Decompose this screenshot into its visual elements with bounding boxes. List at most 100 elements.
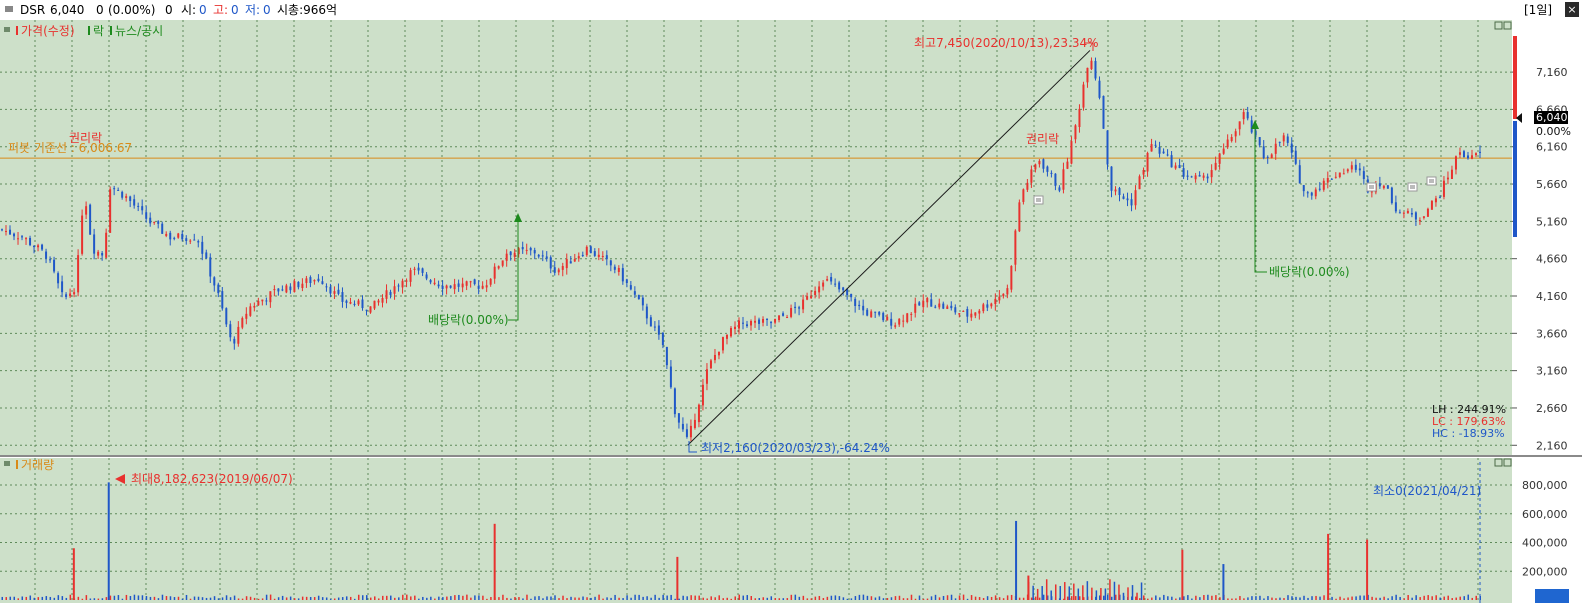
high-value: 0: [231, 3, 239, 17]
news-marker-icon[interactable]: [1033, 195, 1044, 205]
candle-body: [533, 250, 536, 254]
legend-price[interactable]: 가격(수정): [21, 24, 75, 38]
candle-body: [669, 366, 672, 388]
volume-bar: [1127, 587, 1129, 600]
volume-bar: [317, 595, 320, 600]
news-marker-icon[interactable]: [1407, 182, 1418, 192]
volume-bar: [1371, 596, 1373, 600]
candle-body: [449, 285, 452, 288]
volume-bar: [1315, 595, 1317, 600]
candle-body: [185, 238, 188, 241]
candle-body: [1322, 180, 1325, 190]
volume-bar: [1010, 594, 1013, 600]
volume-bar: [1054, 584, 1057, 600]
volume-bar: [213, 596, 216, 600]
volume-bar: [1355, 596, 1357, 600]
candle-body: [1246, 112, 1249, 119]
candle-body: [1386, 185, 1389, 189]
candle-body: [758, 319, 761, 324]
candle-body: [1118, 188, 1121, 196]
volume-bar: [1050, 590, 1052, 600]
volume-bar: [1038, 597, 1041, 600]
candle-body: [1022, 189, 1025, 202]
candle-body: [1210, 170, 1213, 178]
volume-bar: [185, 594, 188, 600]
volume-bar: [1363, 595, 1365, 600]
candle-body: [810, 296, 813, 299]
candle-body: [197, 241, 200, 243]
volume-bar: [374, 596, 376, 600]
candle-body: [77, 255, 80, 293]
volume-bar: [838, 596, 841, 600]
legend-menu-icon[interactable]: [4, 27, 10, 32]
volume-bar: [422, 596, 424, 600]
stat-hc: HC : -18.93%: [1432, 427, 1505, 440]
volume-spike-bar: [1366, 539, 1369, 600]
volume-bar: [1347, 597, 1349, 600]
candle-body: [469, 281, 472, 283]
price-tick-label: 5,660: [1536, 178, 1568, 191]
price-tick-label: 3,660: [1536, 327, 1568, 340]
volume-bar: [1467, 594, 1469, 600]
candle-body: [1034, 164, 1037, 170]
volume-bar: [666, 595, 668, 600]
candle-body: [649, 317, 652, 327]
candle-body: [713, 354, 716, 361]
volume-bar: [450, 596, 452, 600]
volume-bar: [241, 598, 244, 600]
candle-body: [737, 320, 740, 329]
volume-bar: [233, 595, 236, 600]
period-button[interactable]: [1일]: [1524, 0, 1552, 20]
legend-price-marker: [16, 26, 18, 35]
candle-body: [473, 279, 476, 285]
candle-body: [453, 284, 456, 290]
candle-body: [565, 259, 568, 269]
volume-bar: [1247, 597, 1249, 600]
volume-bar: [1435, 595, 1437, 600]
candle-body: [1230, 137, 1233, 142]
volume-bar: [1179, 597, 1181, 600]
volume-bar: [690, 595, 692, 600]
news-marker-icon[interactable]: [1426, 176, 1437, 186]
high-annotation: 최고7,450(2020/10/13),23.34%: [914, 36, 1099, 50]
volume-bar: [1475, 595, 1477, 600]
volume-bar: [1343, 598, 1345, 600]
volume-bar: [1113, 581, 1116, 600]
volume-bar: [225, 595, 228, 600]
volume-bar: [149, 596, 152, 600]
news-marker-icon[interactable]: [1366, 182, 1377, 192]
candle-body: [1074, 125, 1077, 140]
volume-bar: [854, 596, 857, 600]
close-icon[interactable]: ×: [1565, 2, 1579, 17]
volume-bar: [610, 597, 612, 600]
candle-body: [309, 277, 312, 283]
volume-bar: [1251, 596, 1253, 600]
legend-drop[interactable]: 락: [93, 24, 104, 38]
candle-body: [357, 300, 360, 305]
volume-bar: [1387, 598, 1389, 600]
candle-body: [818, 286, 821, 293]
volume-bar: [1231, 598, 1233, 600]
candle-body: [413, 268, 416, 270]
max-volume-annotation: 최대8,182,623(2019/06/07): [131, 472, 293, 486]
legend-news[interactable]: 뉴스/공시: [115, 24, 163, 38]
volume-spike-bar: [107, 482, 110, 600]
volume-bar: [1239, 596, 1241, 600]
candle-body: [1282, 135, 1285, 142]
candle-body: [906, 313, 909, 323]
candle-body: [285, 285, 288, 293]
candle-body: [838, 282, 841, 290]
volume-legend-marker: [16, 460, 18, 469]
candle-body: [441, 285, 444, 289]
volume-menu-icon[interactable]: [4, 461, 10, 466]
candle-body: [950, 305, 953, 309]
volume-bar: [249, 596, 252, 600]
volume-bar: [942, 595, 945, 600]
volume-bar: [1359, 595, 1361, 600]
volume-bar: [1391, 596, 1393, 600]
volume-bar: [1078, 596, 1081, 600]
volume-bar: [1175, 598, 1177, 600]
menu-icon[interactable]: [5, 6, 13, 12]
volume-bar: [273, 598, 276, 600]
candle-body: [1262, 146, 1265, 159]
